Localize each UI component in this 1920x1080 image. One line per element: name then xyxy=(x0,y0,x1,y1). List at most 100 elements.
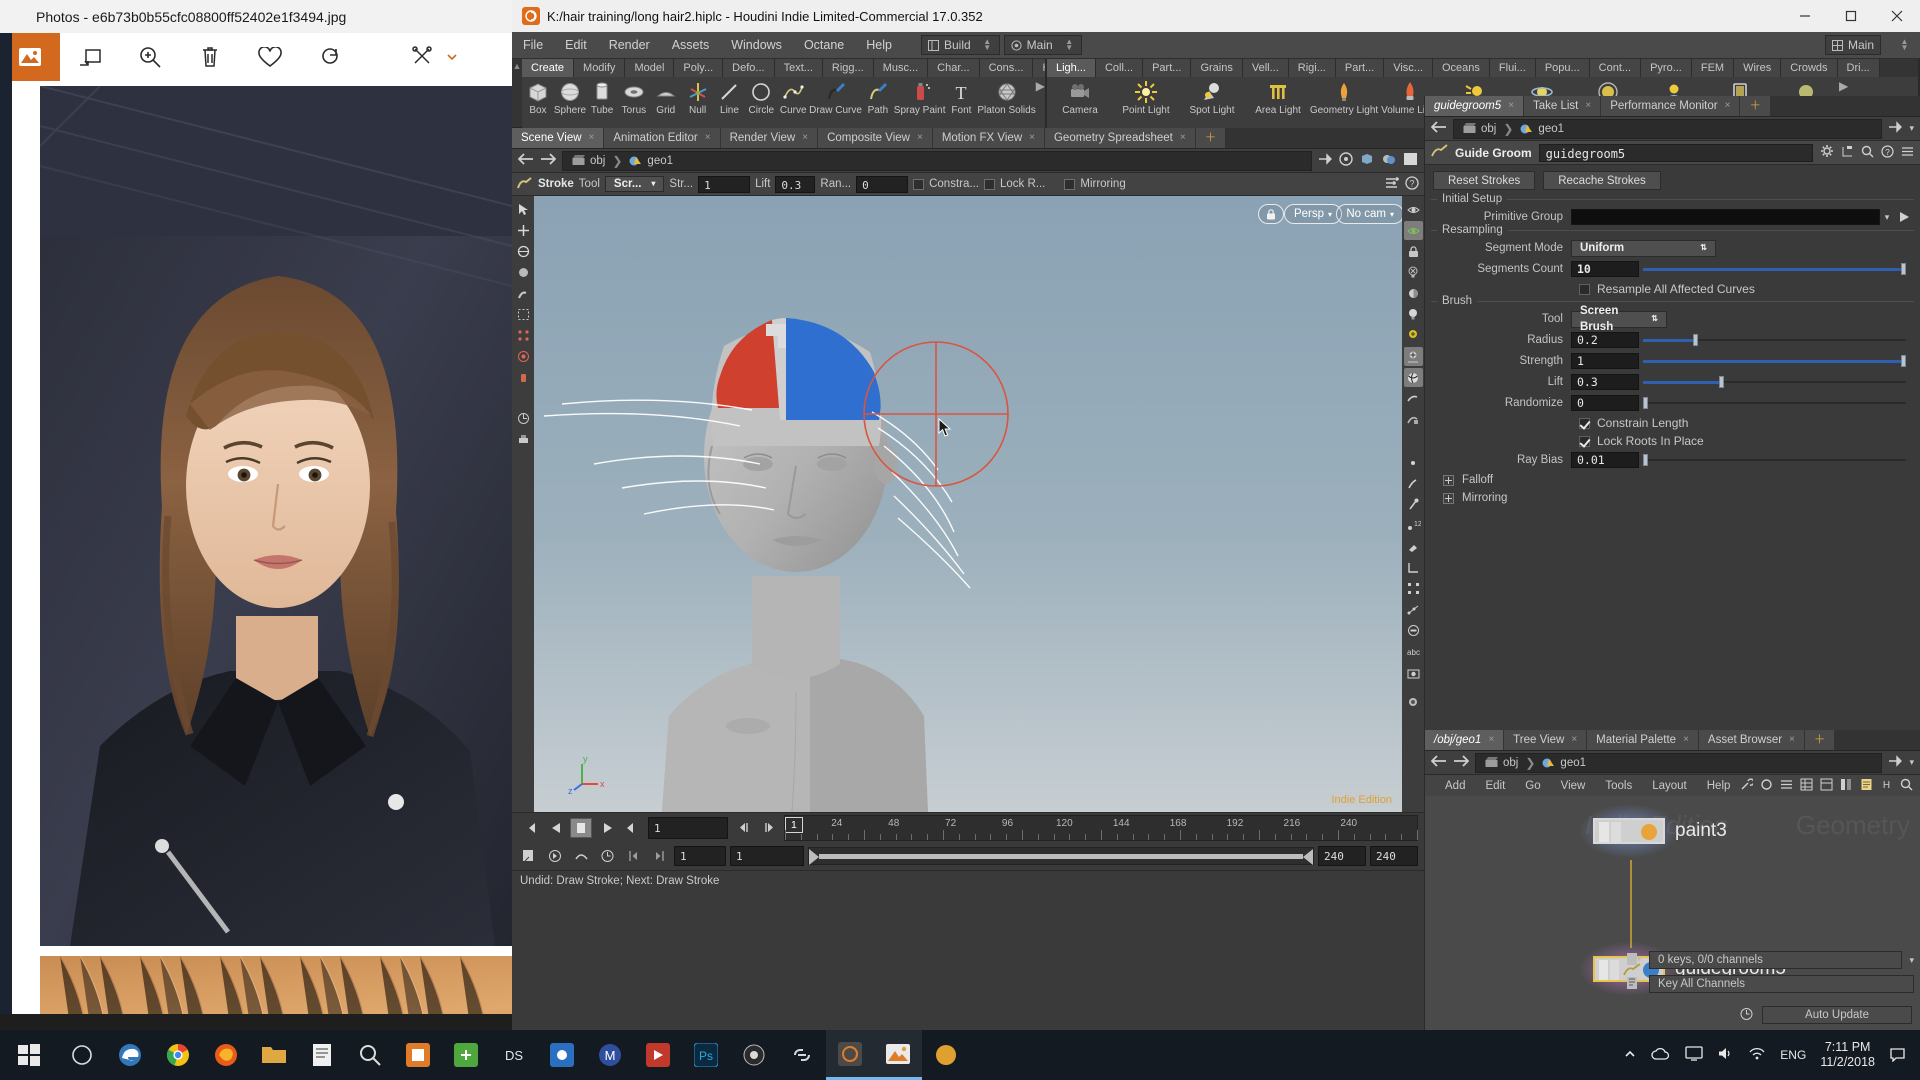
constrain-toggle[interactable] xyxy=(913,178,925,190)
gear-icon[interactable] xyxy=(1820,144,1834,161)
shelf-scroll-up-icon[interactable]: ▲ xyxy=(512,59,522,127)
shelf-item-draw-curve[interactable]: Draw Curve xyxy=(809,79,862,116)
shelf-more-arrow-icon[interactable]: ▶ xyxy=(1036,79,1045,93)
shelf-tab-drive[interactable]: Dri... xyxy=(1837,59,1880,77)
tab-animation-editor[interactable]: Animation Editor × xyxy=(604,128,720,148)
tab-close-icon[interactable]: × xyxy=(1725,96,1731,116)
shelf-lights-more-arrow-icon[interactable]: ▶ xyxy=(1839,79,1849,93)
shelf-tab-modify[interactable]: Modify xyxy=(574,59,626,77)
cut-tool-icon[interactable] xyxy=(1404,410,1423,429)
tab-close-icon[interactable]: × xyxy=(589,128,595,148)
tab-close-icon[interactable]: × xyxy=(917,128,923,148)
edit-create-icon[interactable] xyxy=(404,33,464,81)
shelf-item-null[interactable]: Null xyxy=(682,79,714,116)
tab-close-icon[interactable]: × xyxy=(1508,96,1514,116)
pin-tool-icon[interactable] xyxy=(1404,495,1423,514)
menu-render[interactable]: Render xyxy=(598,32,661,59)
breadcrumb-obj[interactable]: obj xyxy=(565,152,612,170)
photos-icon[interactable] xyxy=(874,1030,922,1080)
onedrive-icon[interactable] xyxy=(1651,1047,1671,1064)
shelf-item-box[interactable]: Box xyxy=(522,79,554,116)
shelf-tab-containers[interactable]: Cont... xyxy=(1589,59,1642,77)
m-app-icon[interactable]: M xyxy=(586,1030,634,1080)
lock-roots-checkbox[interactable] xyxy=(1579,435,1590,447)
shelf-tab-create[interactable]: Create xyxy=(522,59,575,77)
handle-icon[interactable] xyxy=(514,221,533,240)
network-tool-list-icon[interactable] xyxy=(1780,778,1793,794)
shelf-item-circle[interactable]: Circle xyxy=(745,79,777,116)
shelf-tab-collisions[interactable]: Coll... xyxy=(1095,59,1144,77)
houdini-icon[interactable] xyxy=(826,1030,874,1080)
network-search-icon[interactable] xyxy=(1900,778,1913,794)
shelf-item-spray-paint[interactable]: Spray Paint xyxy=(894,79,945,116)
audio-button[interactable] xyxy=(544,846,566,866)
headlight-icon[interactable] xyxy=(1404,284,1423,303)
lock-icon[interactable] xyxy=(1258,204,1284,224)
edge-icon[interactable] xyxy=(106,1030,154,1080)
range-start-button[interactable] xyxy=(622,846,644,866)
lock-roots-toggle[interactable] xyxy=(983,178,995,190)
range-end-field[interactable]: 240 xyxy=(1318,846,1366,866)
key-mode-button[interactable] xyxy=(518,846,540,866)
shelf-tab-hair[interactable]: Hair... xyxy=(1033,59,1045,77)
network-menu-go[interactable]: Go xyxy=(1515,775,1550,797)
timeline-ruler[interactable]: 1 24 48 72 96 120 144 168 192 216 240 xyxy=(784,814,1418,841)
capsule-icon[interactable] xyxy=(1404,621,1423,640)
shelf-tab-model[interactable]: Model xyxy=(625,59,675,77)
mirroring-toggle[interactable] xyxy=(1064,178,1076,190)
stroke-field[interactable]: 1 xyxy=(698,175,751,193)
range-start-field-2[interactable]: 1 xyxy=(730,846,804,866)
step-back-button[interactable] xyxy=(544,818,566,838)
tree-icon[interactable] xyxy=(1841,145,1854,161)
tab-close-icon[interactable]: × xyxy=(1488,730,1494,750)
resample-all-checkbox[interactable] xyxy=(1579,283,1590,295)
ghost-display-icon[interactable] xyxy=(1403,221,1423,240)
breadcrumb-obj[interactable]: obj xyxy=(1456,120,1503,138)
add-light-icon[interactable] xyxy=(1404,326,1423,345)
shelf-tab-vellum[interactable]: Vell... xyxy=(1242,59,1289,77)
frame-marker[interactable]: 1 xyxy=(785,816,803,833)
radius-slider[interactable] xyxy=(1643,333,1906,347)
shelf-tab-rigid[interactable]: Rigi... xyxy=(1288,59,1336,77)
shelf-tab-deform[interactable]: Defo... xyxy=(723,59,775,77)
shelf-item-path[interactable]: Path xyxy=(862,79,894,116)
ds-app-icon[interactable]: DS xyxy=(490,1030,538,1080)
select-arrow-icon[interactable] xyxy=(514,200,533,219)
ray-bias-slider[interactable] xyxy=(1643,453,1906,467)
close-button[interactable] xyxy=(1874,0,1920,32)
tab-close-icon[interactable]: × xyxy=(1789,730,1795,750)
rotate-icon[interactable] xyxy=(300,33,360,81)
view-icon[interactable] xyxy=(514,242,533,261)
keyframe-icon[interactable] xyxy=(1626,952,1642,969)
notifications-icon[interactable] xyxy=(1889,1046,1906,1065)
stop-button[interactable] xyxy=(570,817,592,838)
key-all-icon[interactable] xyxy=(1626,976,1642,993)
snapshot-icon[interactable] xyxy=(1403,152,1418,169)
network-menu-tools[interactable]: Tools xyxy=(1595,775,1642,797)
lift-slider[interactable] xyxy=(1643,375,1906,389)
play-button[interactable] xyxy=(596,818,618,838)
desktop-selector[interactable]: Main ▲ ▼ xyxy=(1003,35,1082,55)
reset-strokes-button[interactable]: Reset Strokes xyxy=(1433,171,1536,190)
next-key-button[interactable] xyxy=(758,818,780,838)
forward-arrow-icon[interactable] xyxy=(1453,755,1470,770)
jump-end-button[interactable] xyxy=(622,818,644,838)
node-box[interactable] xyxy=(1593,818,1665,844)
brush-ball-tool-icon[interactable] xyxy=(1403,368,1423,387)
measure-icon[interactable] xyxy=(514,409,533,428)
shelf-tab-poly[interactable]: Poly... xyxy=(674,59,724,77)
shelf-tab-muscles[interactable]: Musc... xyxy=(873,59,929,77)
tab-close-icon[interactable]: × xyxy=(1571,730,1577,750)
keys-chevron-icon[interactable]: ▾ xyxy=(1909,955,1914,966)
sculpt-icon[interactable] xyxy=(514,263,533,282)
snap-button[interactable] xyxy=(570,846,592,866)
shelf-item-font[interactable]: T Font xyxy=(945,79,977,116)
tab-performance-monitor[interactable]: Performance Monitor × xyxy=(1601,96,1740,116)
orange-app-icon[interactable] xyxy=(394,1030,442,1080)
shelf-tab-fem[interactable]: FEM xyxy=(1691,59,1735,77)
shelf-tab-rigging[interactable]: Rigg... xyxy=(822,59,874,77)
network-tool-shape-icon[interactable] xyxy=(1760,778,1773,794)
parameter-breadcrumb[interactable]: obj ❯ geo1 xyxy=(1453,118,1883,139)
range-start-field[interactable]: 1 xyxy=(674,846,726,866)
tab-close-icon[interactable]: × xyxy=(1180,128,1186,148)
